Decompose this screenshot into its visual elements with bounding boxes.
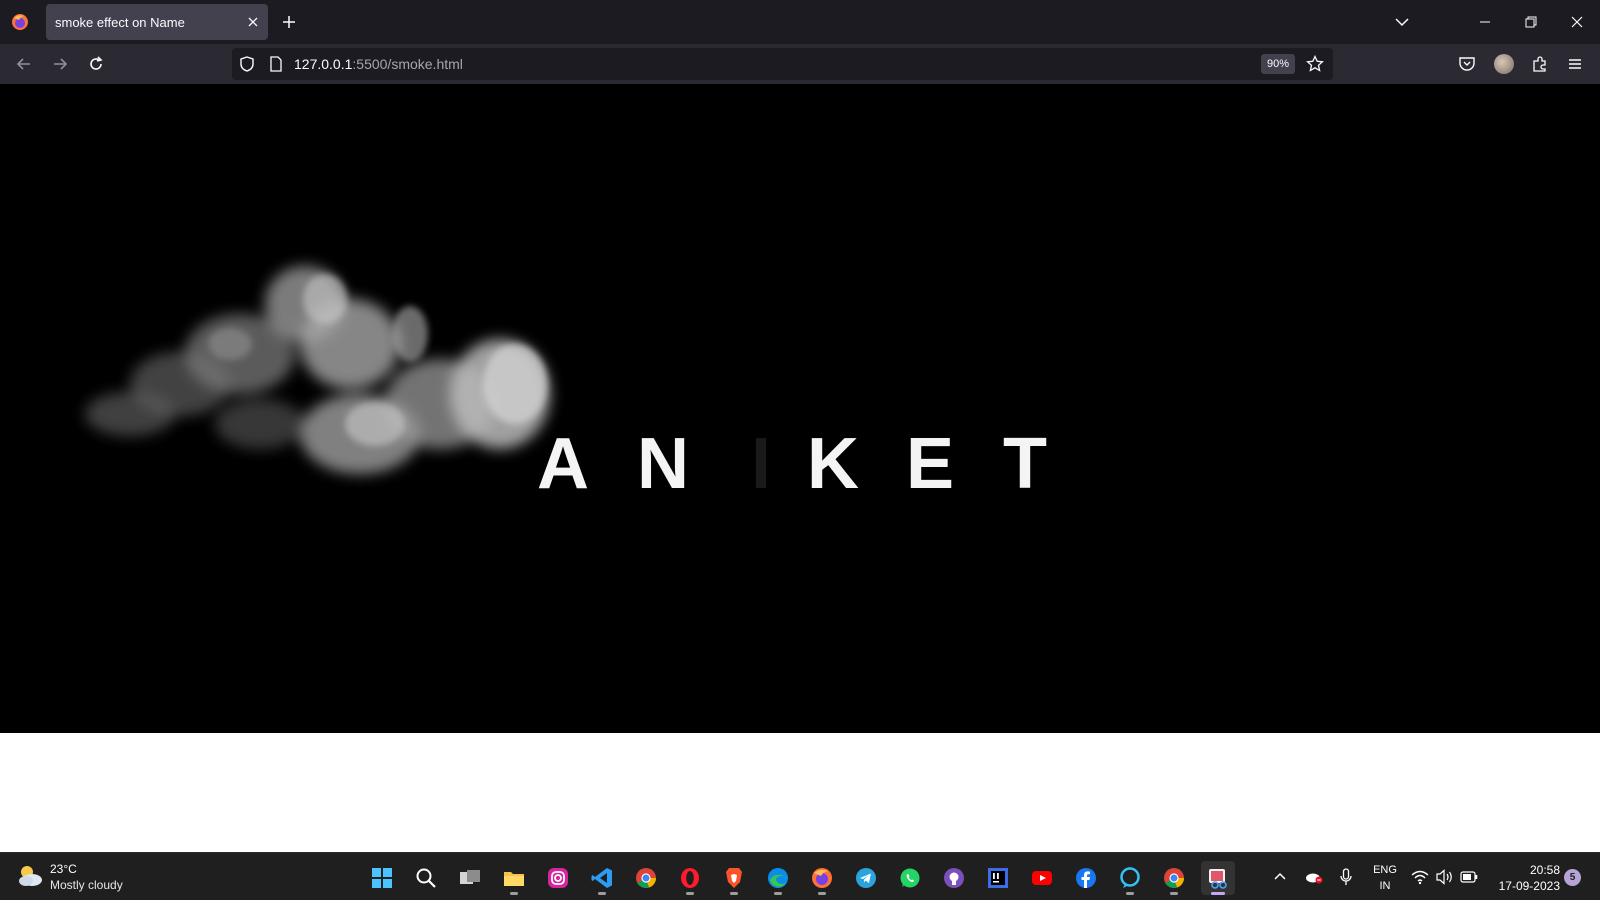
name-letter: K <box>807 424 859 504</box>
zoom-level-badge[interactable]: 90% <box>1261 54 1295 74</box>
reload-icon[interactable] <box>86 54 106 74</box>
github-icon <box>943 867 965 889</box>
taskbar-app-alexa[interactable] <box>1113 861 1147 895</box>
chrome-icon <box>1163 867 1185 889</box>
region-code: IN <box>1379 880 1391 892</box>
running-indicator <box>774 892 782 895</box>
onedrive-cloud-icon[interactable] <box>1304 869 1324 885</box>
snipping-tool-icon <box>1207 867 1229 889</box>
task-view-icon <box>459 867 481 889</box>
minimize-icon[interactable] <box>1476 13 1494 31</box>
telegram-icon <box>855 867 877 889</box>
brave-icon <box>723 867 745 889</box>
browser-tab[interactable]: smoke effect on Name <box>46 4 268 40</box>
taskbar-app-brave[interactable] <box>717 861 751 895</box>
volume-icon[interactable] <box>1436 869 1454 885</box>
tab-title: smoke effect on Name <box>55 15 185 30</box>
navigation-toolbar: 127.0.0.1:5500/smoke.html 90% <box>0 44 1600 84</box>
start-button[interactable] <box>365 861 399 895</box>
page-blank-area <box>0 733 1600 852</box>
name-letter: N <box>637 424 689 504</box>
taskbar-app-intellij[interactable] <box>981 861 1015 895</box>
taskbar-app-opera[interactable] <box>673 861 707 895</box>
hamburger-menu-icon[interactable] <box>1566 55 1584 73</box>
taskbar-app-snipping-tool[interactable] <box>1201 861 1235 895</box>
running-indicator <box>1126 892 1134 895</box>
taskbar-app-facebook[interactable] <box>1069 861 1103 895</box>
taskbar-app-edge[interactable] <box>761 861 795 895</box>
weather-temperature[interactable]: 23°C <box>50 862 77 876</box>
bookmark-star-icon[interactable] <box>1306 55 1324 73</box>
taskbar-app-firefox[interactable] <box>805 861 839 895</box>
task-view-button[interactable] <box>453 861 487 895</box>
battery-icon[interactable] <box>1460 870 1478 884</box>
taskbar-app-file-explorer[interactable] <box>497 861 531 895</box>
taskbar: 23°C Mostly cloudy ENG IN 20:58 17-09-20… <box>0 852 1600 900</box>
taskbar-app-whatsapp[interactable] <box>893 861 927 895</box>
close-window-icon[interactable] <box>1568 13 1586 31</box>
name-letter: T <box>1003 424 1047 504</box>
close-tab-icon[interactable] <box>244 13 262 31</box>
taskbar-app-chrome[interactable] <box>629 861 663 895</box>
page-viewport: A N I K E T <box>0 84 1600 733</box>
system-clock[interactable]: 20:58 17-09-2023 <box>1486 862 1560 894</box>
wifi-icon[interactable] <box>1411 869 1429 885</box>
alexa-icon <box>1119 867 1141 889</box>
chevron-up-icon[interactable] <box>1272 869 1288 885</box>
whatsapp-icon <box>899 867 921 889</box>
opera-icon <box>679 867 701 889</box>
running-indicator <box>1170 892 1178 895</box>
chevron-down-icon[interactable] <box>1393 13 1411 31</box>
clock-date: 17-09-2023 <box>1498 879 1560 893</box>
chrome-icon <box>635 867 657 889</box>
windows-icon <box>371 867 393 889</box>
name-letter: A <box>537 424 589 504</box>
name-text: A N I K E T <box>0 424 1600 504</box>
name-letter: E <box>906 424 955 504</box>
language-code: ENG <box>1373 864 1397 876</box>
taskbar-app-telegram[interactable] <box>849 861 883 895</box>
running-indicator <box>598 892 606 895</box>
running-indicator <box>510 892 518 895</box>
facebook-icon <box>1075 867 1097 889</box>
taskbar-app-github-desktop[interactable] <box>937 861 971 895</box>
notification-count-badge[interactable]: 5 <box>1564 869 1581 886</box>
account-avatar[interactable] <box>1494 54 1514 74</box>
running-indicator <box>730 892 738 895</box>
url-bar[interactable]: 127.0.0.1:5500/smoke.html 90% <box>232 48 1333 80</box>
url-text[interactable]: 127.0.0.1:5500/smoke.html <box>294 56 463 72</box>
intellij-icon <box>987 867 1009 889</box>
running-indicator <box>1211 892 1225 895</box>
forward-arrow-icon[interactable] <box>50 54 70 74</box>
taskbar-app-chrome-2[interactable] <box>1157 861 1191 895</box>
restore-icon[interactable] <box>1522 13 1540 31</box>
running-indicator <box>818 892 826 895</box>
instagram-icon <box>547 867 569 889</box>
clock-time: 20:58 <box>1529 863 1560 877</box>
input-language-indicator[interactable]: ENG IN <box>1370 862 1400 894</box>
extensions-puzzle-icon[interactable] <box>1531 55 1549 73</box>
folder-icon <box>503 867 525 889</box>
search-icon <box>415 867 437 889</box>
back-arrow-icon[interactable] <box>14 54 34 74</box>
name-letter: I <box>751 424 772 504</box>
running-indicator <box>686 892 694 895</box>
taskbar-app-vscode[interactable] <box>585 861 619 895</box>
new-tab-plus-icon[interactable] <box>280 13 298 31</box>
firefox-logo-icon[interactable] <box>10 12 30 32</box>
weather-cloud-icon[interactable] <box>16 863 44 889</box>
shield-icon[interactable] <box>239 56 255 72</box>
taskbar-app-instagram[interactable] <box>541 861 575 895</box>
youtube-icon <box>1031 867 1053 889</box>
microphone-icon[interactable] <box>1338 868 1354 886</box>
edge-icon <box>767 867 789 889</box>
taskbar-search-button[interactable] <box>409 861 443 895</box>
browser-tab-strip: smoke effect on Name <box>0 0 1600 44</box>
firefox-icon <box>811 867 833 889</box>
page-icon[interactable] <box>268 56 284 72</box>
taskbar-app-youtube[interactable] <box>1025 861 1059 895</box>
vscode-icon <box>591 867 613 889</box>
pocket-icon[interactable] <box>1458 55 1476 73</box>
weather-condition[interactable]: Mostly cloudy <box>50 878 123 892</box>
